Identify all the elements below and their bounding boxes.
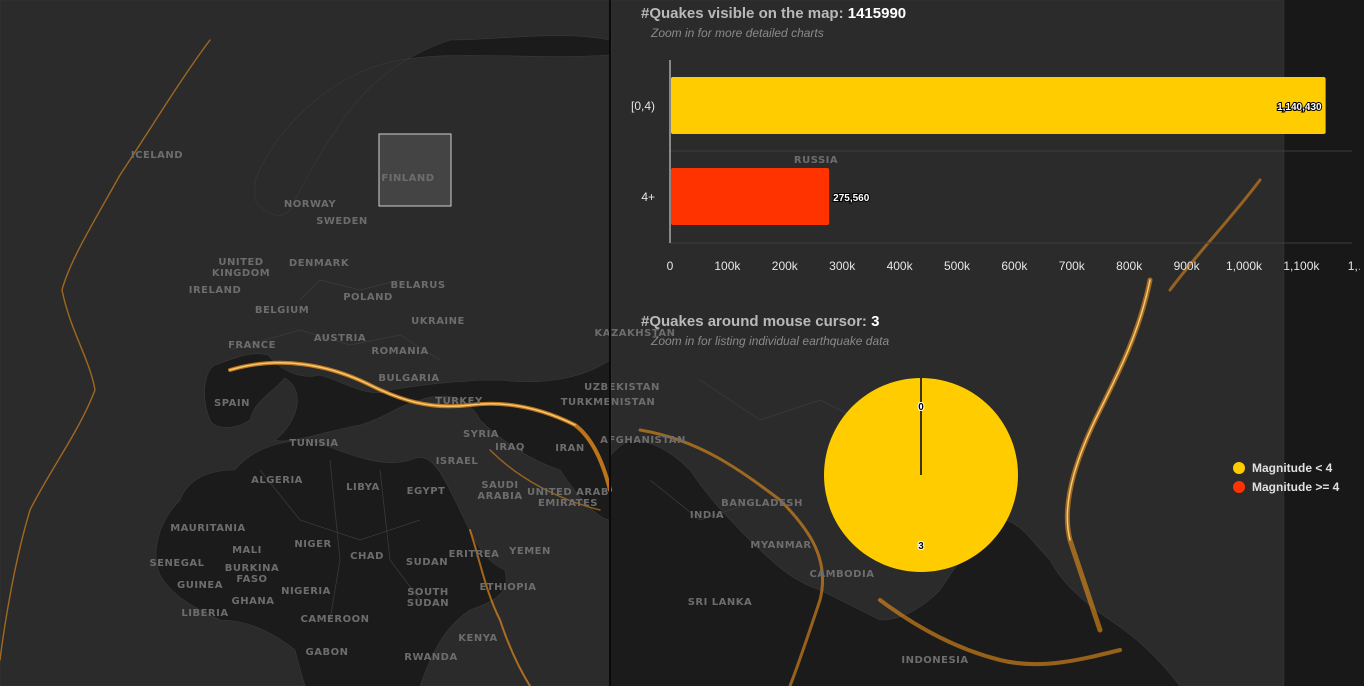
pie-panel-title: #Quakes around mouse cursor: 3 bbox=[641, 313, 879, 330]
country-label: TURKMENISTAN bbox=[561, 397, 656, 408]
country-label: SWEDEN bbox=[316, 216, 368, 227]
country-label: BANGLADESH bbox=[721, 498, 803, 509]
legend-dot-low bbox=[1233, 461, 1245, 474]
bar-0[interactable] bbox=[671, 77, 1326, 134]
bar-x-tick: 300k bbox=[829, 259, 856, 273]
country-label: EGYPT bbox=[407, 486, 446, 497]
country-label: POLAND bbox=[343, 292, 393, 303]
bar-value-label: 1,140,430 bbox=[1277, 102, 1322, 113]
country-label: UZBEKISTAN bbox=[584, 382, 660, 393]
country-label: TUNISIA bbox=[289, 438, 338, 449]
bar-x-tick: 100k bbox=[714, 259, 741, 273]
bar-category-labels: [0,4) 4+ bbox=[631, 99, 655, 204]
country-label: GHANA bbox=[232, 596, 275, 607]
bar-x-tick: 200k bbox=[772, 259, 799, 273]
country-label: IRAN bbox=[555, 443, 585, 454]
country-label: CHAD bbox=[350, 551, 384, 562]
bar-category-label: [0,4) bbox=[631, 99, 655, 113]
country-label: ISRAEL bbox=[436, 456, 479, 467]
bar-panel-title: #Quakes visible on the map: 1415990 bbox=[641, 5, 906, 22]
country-label: NIGERIA bbox=[281, 586, 331, 597]
country-label: ERITREA bbox=[449, 549, 500, 560]
pie-slice-label: 0 bbox=[918, 402, 924, 413]
pie-slice-label: 3 bbox=[918, 541, 924, 552]
country-label: MALI bbox=[232, 545, 262, 556]
country-label: SPAIN bbox=[214, 398, 250, 409]
country-label: KENYA bbox=[458, 633, 497, 644]
country-label: ROMANIA bbox=[371, 346, 428, 357]
country-label: AUSTRIA bbox=[314, 333, 366, 344]
country-label: BELGIUM bbox=[255, 305, 309, 316]
country-label: INDONESIA bbox=[901, 655, 968, 666]
country-label: RWANDA bbox=[404, 652, 457, 663]
bar-category-label: 4+ bbox=[641, 190, 655, 204]
country-label: ICELAND bbox=[131, 150, 183, 161]
pie-panel-subtitle: Zoom in for listing individual earthquak… bbox=[651, 334, 890, 348]
country-label: ALGERIA bbox=[251, 475, 303, 486]
country-label: NORWAY bbox=[284, 199, 336, 210]
country-label: FINLAND bbox=[381, 173, 434, 184]
country-label: SENEGAL bbox=[149, 558, 204, 569]
country-label: ETHIOPIA bbox=[479, 582, 536, 593]
country-label: SRI LANKA bbox=[688, 597, 753, 608]
country-label: AFGHANISTAN bbox=[600, 435, 686, 446]
bar-x-tick: 1,000k bbox=[1226, 259, 1263, 273]
legend-dot-high bbox=[1233, 480, 1245, 493]
country-label: FRANCE bbox=[228, 340, 276, 351]
bar-x-tick: 900k bbox=[1174, 259, 1201, 273]
country-label: LIBYA bbox=[346, 482, 380, 493]
country-label: TURKEY bbox=[435, 396, 483, 407]
country-label: IRELAND bbox=[189, 285, 242, 296]
bar-x-tick: 800k bbox=[1116, 259, 1143, 273]
bar-x-tick: 1,… bbox=[1348, 259, 1360, 273]
country-label: GUINEA bbox=[177, 580, 223, 591]
country-label: UNITED KINGDOM bbox=[212, 257, 270, 279]
bar-x-tick: 600k bbox=[1001, 259, 1028, 273]
bar-x-tick: 0 bbox=[667, 259, 674, 273]
bar-panel-title-prefix: #Quakes visible on the map: bbox=[641, 5, 848, 22]
country-label: LIBERIA bbox=[181, 608, 228, 619]
bar-1[interactable] bbox=[671, 168, 830, 225]
bar-x-ticks: 0 100k 200k 300k 400k 500k 600k 700k 800k 900k 1,0… bbox=[667, 259, 1360, 273]
country-label: INDIA bbox=[690, 510, 724, 521]
legend-item-high[interactable]: Magnitude >= 4 bbox=[1233, 477, 1339, 496]
country-label: DENMARK bbox=[289, 258, 350, 269]
country-label: SYRIA bbox=[463, 429, 499, 440]
bar-panel-title-count: 1415990 bbox=[847, 5, 907, 22]
pie-legend: Magnitude < 4 Magnitude >= 4 bbox=[1233, 458, 1339, 496]
selection-box[interactable] bbox=[378, 133, 452, 207]
country-label: YEMEN bbox=[508, 546, 551, 557]
bar-x-tick: 400k bbox=[887, 259, 914, 273]
legend-label-high: Magnitude >= 4 bbox=[1252, 479, 1340, 494]
magnitude-pie-chart: 30 bbox=[824, 378, 1018, 572]
country-label: UNITED ARAB EMIRATES bbox=[527, 487, 609, 509]
pie-panel-title-count: 3 bbox=[871, 313, 880, 330]
country-label: GABON bbox=[306, 647, 349, 658]
panel-divider[interactable] bbox=[609, 0, 611, 686]
country-label: MAURITANIA bbox=[170, 523, 246, 534]
legend-label-low: Magnitude < 4 bbox=[1252, 460, 1333, 475]
country-label: BULGARIA bbox=[378, 373, 439, 384]
bar-x-tick: 700k bbox=[1059, 259, 1086, 273]
bar-value-label: 275,560 bbox=[833, 193, 870, 204]
country-label: SOUTH SUDAN bbox=[407, 587, 449, 609]
country-label: BELARUS bbox=[390, 280, 445, 291]
country-label: NIGER bbox=[294, 539, 331, 550]
legend-item-low[interactable]: Magnitude < 4 bbox=[1233, 458, 1339, 477]
magnitude-bar-chart: 1,140,430 275,560 0 100k 200k 300k 400k 500k 60… bbox=[631, 60, 1360, 273]
country-label: CAMEROON bbox=[301, 614, 370, 625]
country-label: SAUDI ARABIA bbox=[477, 480, 522, 502]
bar-x-tick: 500k bbox=[944, 259, 971, 273]
country-label: SUDAN bbox=[406, 557, 448, 568]
country-label: UKRAINE bbox=[411, 316, 465, 327]
country-label: IRAQ bbox=[495, 442, 525, 453]
bar-panel-subtitle: Zoom in for more detailed charts bbox=[651, 26, 824, 40]
bar-x-tick: 1,100k bbox=[1283, 259, 1320, 273]
pie-panel-title-prefix: #Quakes around mouse cursor: bbox=[641, 313, 872, 330]
